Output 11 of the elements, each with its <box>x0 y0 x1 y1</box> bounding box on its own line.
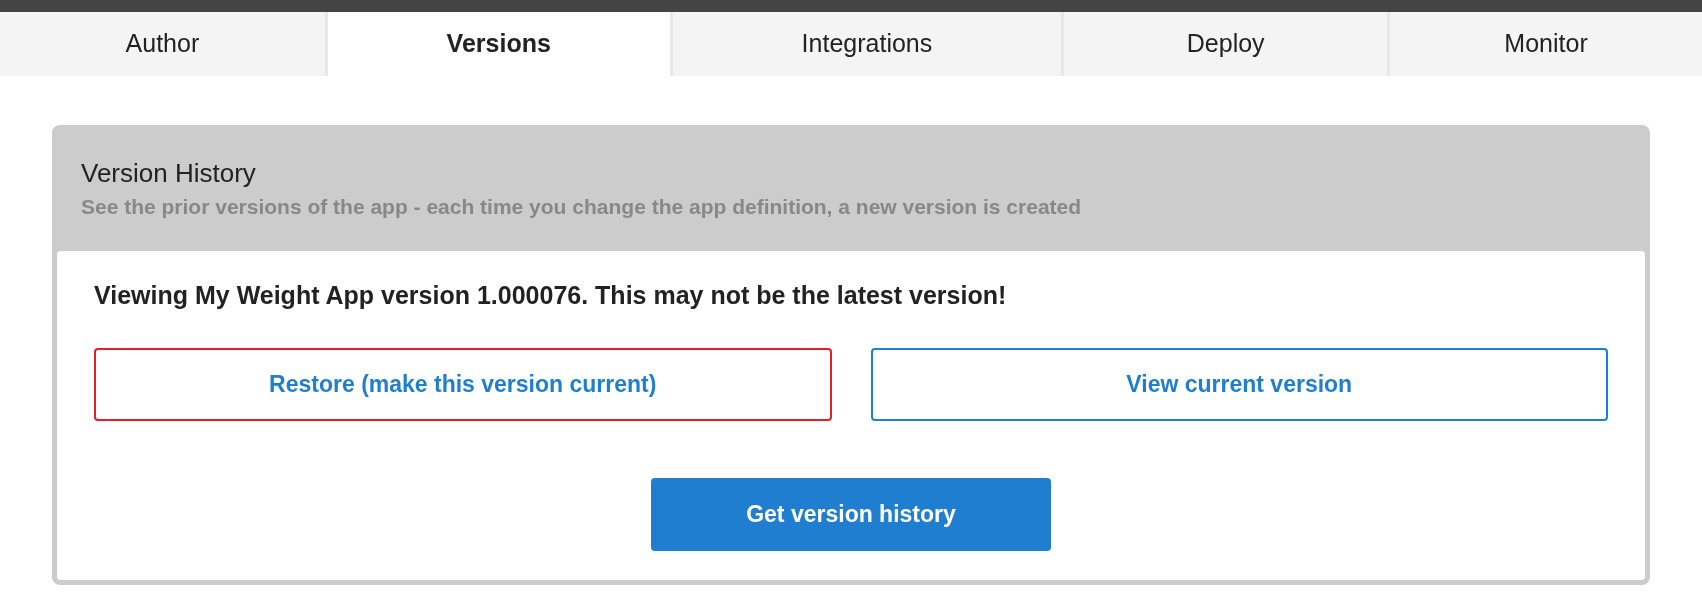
outline-button[interactable]: View current version <box>870 348 1608 421</box>
tab[interactable]: Versions <box>327 12 670 76</box>
tab[interactable]: Deploy <box>1064 12 1388 76</box>
outline-button[interactable]: Restore (make this version current) <box>94 348 832 421</box>
tab[interactable]: Integrations <box>672 12 1062 76</box>
panel-title: Version History <box>81 157 257 189</box>
tab[interactable]: Monitor <box>1390 12 1702 76</box>
version-message: Viewing My Weight App version 1.000076. This may not be the latest version! <box>94 280 1008 311</box>
panel-subtitle: See the prior versions of the app - each time you change the app definition, a new version is created <box>81 194 1083 220</box>
tab[interactable]: Author <box>0 12 325 76</box>
get-version-history-button[interactable]: Get version history <box>651 478 1051 551</box>
